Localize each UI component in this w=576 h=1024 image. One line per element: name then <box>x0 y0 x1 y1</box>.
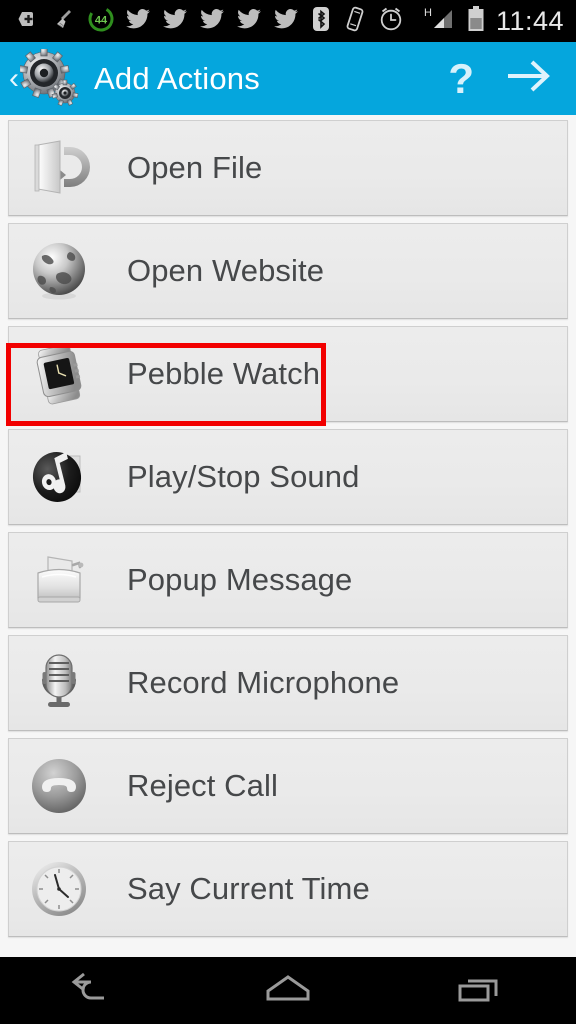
nav-back-button[interactable] <box>36 957 156 1024</box>
battery-saver-circle-icon: 44 <box>88 5 114 37</box>
list-item-label: Pebble Watch <box>127 356 321 391</box>
twitter-bird-icon <box>199 6 225 37</box>
globe-icon <box>23 235 95 307</box>
nav-home-icon <box>260 968 316 1013</box>
list-item-label: Open Website <box>127 253 325 288</box>
vibrate-icon <box>343 6 367 37</box>
status-bar-notification-icons: 44 <box>0 5 422 37</box>
status-bar-clock: 11:44 <box>495 5 564 36</box>
list-item[interactable]: Reject Call <box>8 738 568 834</box>
list-item-label: Play/Stop Sound <box>127 459 360 494</box>
list-item[interactable]: Play/Stop Sound <box>8 429 568 525</box>
list-item[interactable]: Popup Message <box>8 532 568 628</box>
plus-badge-icon <box>18 7 42 36</box>
status-bar-system-icons: H 11:44 <box>422 5 576 38</box>
nav-home-button[interactable] <box>228 957 348 1024</box>
twitter-bird-icon <box>125 6 151 37</box>
page-title: Add Actions <box>94 60 260 96</box>
twitter-bird-icon <box>162 6 188 37</box>
analog-clock-icon <box>23 853 95 925</box>
list-item[interactable]: Open Website <box>8 223 568 319</box>
broom-cleaner-icon <box>53 7 77 36</box>
help-button[interactable]: ? <box>430 57 492 100</box>
microphone-icon <box>23 647 95 719</box>
toaster-popup-icon <box>23 544 95 616</box>
list-item[interactable]: Open File <box>8 120 568 216</box>
next-button[interactable] <box>492 56 576 101</box>
nav-recents-icon <box>452 968 508 1013</box>
list-item[interactable]: Say Current Time <box>8 841 568 937</box>
list-item-label: Open File <box>127 150 263 185</box>
phone-screen: 44 H 11:44 ‹ Add Actions ? Open File Ope… <box>0 0 576 1024</box>
network-type-label: H <box>424 7 432 19</box>
smartwatch-icon <box>23 338 95 410</box>
alarm-clock-icon <box>378 6 404 37</box>
list-item-label: Record Microphone <box>127 665 400 700</box>
actions-list[interactable]: Open File Open Website Pebble Watch Play… <box>0 115 576 957</box>
battery-icon <box>466 5 486 38</box>
nav-back-icon <box>68 968 124 1013</box>
phone-handset-icon <box>23 750 95 822</box>
list-item-label: Popup Message <box>127 562 353 597</box>
list-item-label: Say Current Time <box>127 871 370 906</box>
nav-recents-button[interactable] <box>420 957 540 1024</box>
action-bar: ‹ Add Actions ? <box>0 42 576 115</box>
list-item[interactable]: Pebble Watch <box>8 326 568 422</box>
gears-icon[interactable] <box>18 47 80 109</box>
twitter-bird-icon <box>236 6 262 37</box>
status-bar: 44 H 11:44 <box>0 0 576 42</box>
system-navigation-bar <box>0 957 576 1024</box>
signal-strength-icon: H <box>422 5 456 38</box>
music-note-vinyl-icon <box>23 441 95 513</box>
bluetooth-icon <box>310 6 332 37</box>
open-folder-icon <box>23 132 95 204</box>
arrow-right-icon <box>502 56 554 101</box>
battery-saver-value: 44 <box>95 14 108 26</box>
list-item-label: Reject Call <box>127 768 278 803</box>
list-item[interactable]: Record Microphone <box>8 635 568 731</box>
twitter-bird-icon <box>273 6 299 37</box>
